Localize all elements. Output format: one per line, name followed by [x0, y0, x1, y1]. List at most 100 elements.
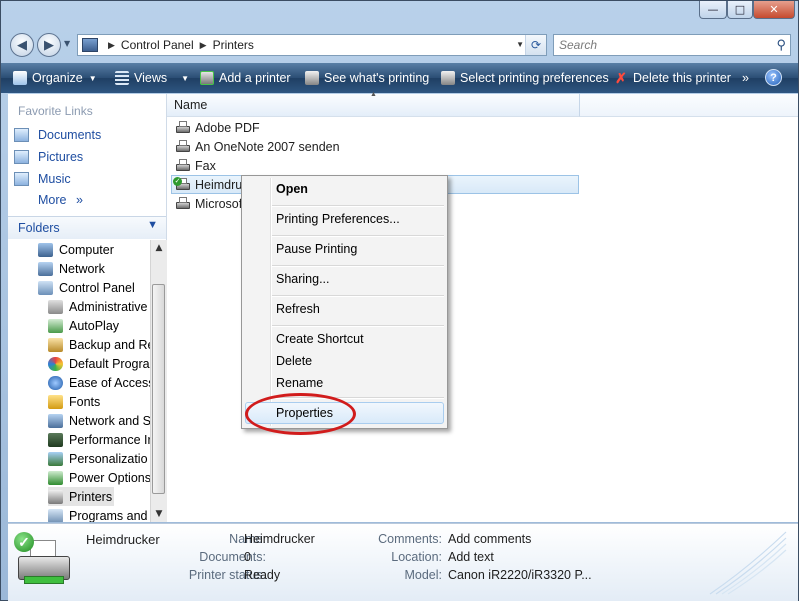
details-value-location[interactable]: Add text [448, 550, 494, 564]
breadcrumb-separator-icon[interactable]: ▶ [108, 40, 115, 51]
add-printer-icon [200, 71, 214, 85]
see-whats-printing-label: See what's printing [324, 71, 430, 85]
tree-item-control-panel[interactable]: Control Panel [38, 278, 135, 297]
printer-item-fax[interactable]: Fax [175, 156, 216, 175]
toolbar-overflow-button[interactable]: » [742, 63, 749, 93]
address-dropdown-icon[interactable]: ▼ [516, 40, 524, 49]
forward-button[interactable]: ▶ [37, 33, 61, 57]
performance-icon [48, 432, 63, 447]
control-panel-icon [82, 38, 98, 52]
documents-icon [14, 128, 29, 142]
favorite-pictures[interactable]: Pictures [14, 148, 83, 166]
printer-icon [175, 196, 191, 211]
close-button[interactable]: ✕ [753, 1, 795, 19]
explorer-window: — □ ✕ ◀ ▶ ▼ ▶ Control Panel ▶ Printers ▼… [0, 0, 799, 601]
menu-item-open[interactable]: Open [276, 179, 308, 199]
tree-item-performance[interactable]: Performance Ir [48, 430, 150, 449]
sort-ascending-icon: ▲ [370, 91, 377, 98]
context-menu: Open Printing Preferences... Pause Print… [241, 175, 448, 429]
menu-separator [272, 235, 444, 237]
printer-item-adobe-pdf[interactable]: Adobe PDF [175, 118, 260, 137]
scrollbar-thumb[interactable] [152, 284, 165, 494]
menu-item-properties[interactable]: Properties [276, 403, 333, 423]
details-value-comments[interactable]: Add comments [448, 532, 531, 546]
menu-item-sharing[interactable]: Sharing... [276, 269, 330, 289]
add-printer-button[interactable]: Add a printer [200, 63, 291, 93]
tree-item-label: Ease of Access [69, 375, 150, 390]
details-value-name[interactable]: Heimdrucker [244, 532, 315, 546]
search-input[interactable]: Search ⚲ [553, 34, 791, 56]
add-printer-label: Add a printer [219, 71, 291, 85]
tree-item-label: Network and S [69, 413, 150, 428]
decorative-swoosh [709, 531, 787, 595]
address-bar[interactable]: ▶ Control Panel ▶ Printers ▼ ⟳ [77, 34, 547, 56]
column-header-name[interactable]: ▲ Name [167, 91, 580, 117]
tree-item-computer[interactable]: Computer [38, 240, 114, 259]
tree-item-default-programs[interactable]: Default Progra [48, 354, 150, 373]
details-value-documents: 0 [244, 550, 251, 564]
tree-item-personalization[interactable]: Personalizatio [48, 449, 148, 468]
favorite-documents[interactable]: Documents [14, 126, 101, 144]
tree-item-power-options[interactable]: Power Options [48, 468, 150, 487]
minimize-button[interactable]: — [699, 1, 727, 19]
breadcrumb-control-panel[interactable]: Control Panel [121, 38, 194, 52]
views-button[interactable]: Views ▼ [115, 63, 189, 93]
menu-item-rename[interactable]: Rename [276, 373, 323, 393]
menu-item-delete[interactable]: Delete [276, 351, 312, 371]
see-whats-printing-button[interactable]: See what's printing [305, 63, 429, 93]
printer-item-onenote[interactable]: An OneNote 2007 senden [175, 137, 340, 156]
chevron-down-icon[interactable]: ▼ [147, 219, 158, 231]
maximize-button[interactable]: □ [727, 1, 753, 19]
music-icon [14, 172, 29, 186]
more-links-button[interactable]: More » [38, 193, 83, 207]
tree-item-autoplay[interactable]: AutoPlay [48, 316, 119, 335]
recent-pages-dropdown[interactable]: ▼ [64, 39, 70, 48]
folders-header[interactable]: Folders ▼ [8, 216, 166, 239]
organize-button[interactable]: Organize ▼ [13, 63, 97, 93]
printer-item-label: An OneNote 2007 senden [195, 139, 340, 154]
help-icon[interactable]: ? [765, 69, 782, 86]
printer-item-label: Microsof [195, 196, 243, 211]
breadcrumb-printers[interactable]: Printers [213, 38, 254, 52]
navigation-pane: Favorite Links Documents Pictures Music … [8, 94, 167, 522]
command-bar: Organize ▼ Views ▼ Add a printer See wha… [1, 63, 798, 93]
back-arrow-icon: ◀ [17, 37, 27, 53]
delete-printer-button[interactable]: ✗ Delete this printer [614, 63, 731, 93]
folder-tree-scrollbar[interactable]: ▲ ▼ [150, 240, 167, 522]
views-icon [115, 71, 129, 85]
details-title: Heimdrucker [86, 532, 160, 547]
menu-item-create-shortcut[interactable]: Create Shortcut [276, 329, 364, 349]
menu-item-refresh[interactable]: Refresh [276, 299, 320, 319]
scroll-down-icon[interactable]: ▼ [151, 506, 167, 522]
favorite-music-label: Music [38, 172, 71, 186]
tree-item-label: Control Panel [59, 280, 135, 295]
tree-item-label: Performance Ir [69, 432, 150, 447]
scroll-up-icon[interactable]: ▲ [151, 240, 167, 256]
printer-large-icon: ✓ [14, 532, 74, 588]
search-icon[interactable]: ⚲ [776, 37, 786, 53]
tree-item-network-sharing[interactable]: Network and S [48, 411, 150, 430]
backup-icon [48, 337, 63, 352]
select-printing-preferences-button[interactable]: Select printing preferences [441, 63, 609, 93]
printer-item-microsoft[interactable]: Microsof [175, 194, 242, 213]
menu-item-printing-preferences[interactable]: Printing Preferences... [276, 209, 400, 229]
tree-item-programs-features[interactable]: Programs and [48, 506, 148, 522]
menu-item-pause-printing[interactable]: Pause Printing [276, 239, 357, 259]
fonts-icon [48, 394, 63, 409]
tree-item-label: Backup and Re [69, 337, 150, 352]
tree-item-label: Network [59, 261, 105, 276]
details-value-model: Canon iR2220/iR3320 P... [448, 568, 592, 582]
favorite-music[interactable]: Music [14, 170, 71, 188]
tree-item-ease-of-access[interactable]: Ease of Access [48, 373, 150, 392]
tree-item-backup[interactable]: Backup and Re [48, 335, 150, 354]
tree-item-administrative-tools[interactable]: Administrative [48, 297, 148, 316]
tree-item-label: Administrative [69, 299, 148, 314]
tree-item-fonts[interactable]: Fonts [48, 392, 100, 411]
tree-item-label: Power Options [69, 470, 150, 485]
back-button[interactable]: ◀ [10, 33, 34, 57]
refresh-icon[interactable]: ⟳ [525, 35, 546, 55]
tree-item-network[interactable]: Network [38, 259, 105, 278]
tree-item-label: Computer [59, 242, 114, 257]
breadcrumb-separator-icon[interactable]: ▶ [200, 40, 207, 51]
tree-item-printers[interactable]: Printers [48, 487, 115, 506]
